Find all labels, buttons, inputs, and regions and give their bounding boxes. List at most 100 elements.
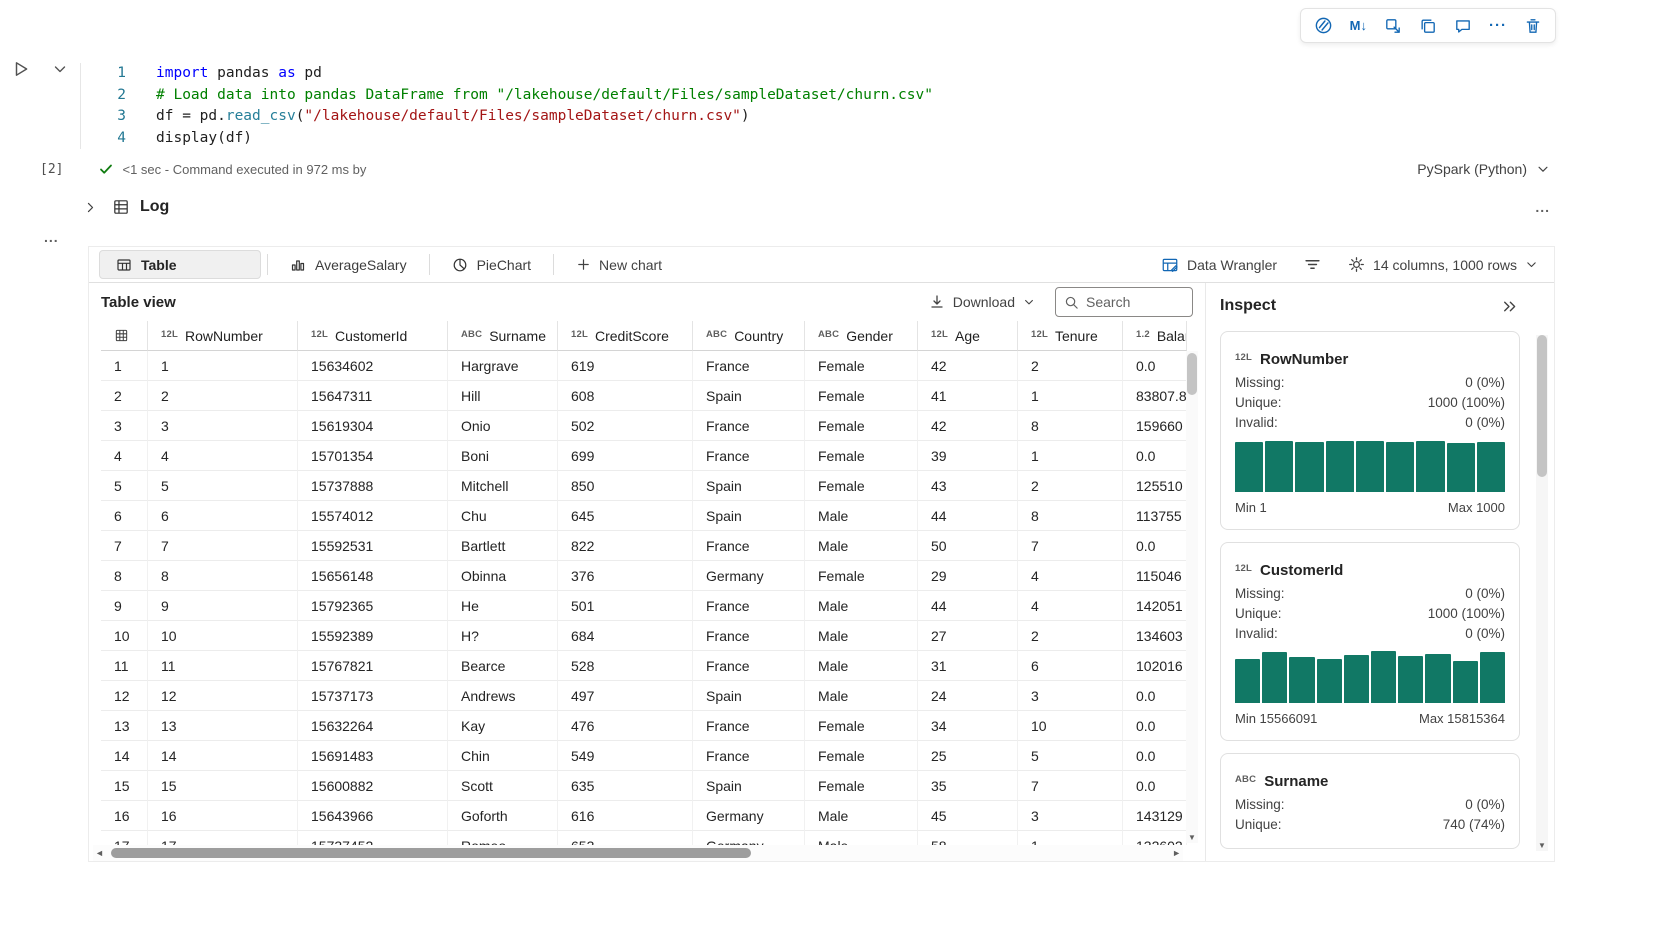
scroll-down-arrow-icon[interactable]: ▼ [1186,833,1198,842]
execution-count: [2] [40,162,63,177]
data-wrangler-button[interactable]: Data Wrangler [1161,256,1277,274]
tab-averagesalary[interactable]: AverageSalary [274,250,423,279]
table-cell: 15647311 [298,381,448,411]
table-cell: 822 [558,531,693,561]
table-view-title: Table view [101,294,176,311]
table-cell: 549 [558,741,693,771]
new-chart-button[interactable]: New chart [560,250,678,279]
search-box[interactable] [1055,287,1193,317]
log-title: Log [140,198,169,216]
scrollbar-thumb[interactable] [1187,353,1197,395]
tab-table[interactable]: Table [99,250,261,279]
stat-row: Unique:740 (74%) [1235,814,1505,834]
table-cell: 699 [558,441,693,471]
table-row[interactable]: 2215647311Hill608SpainFemale41183807.8 [101,381,1187,411]
column-header-surname[interactable]: ABCSurname [448,321,558,351]
table-vertical-scrollbar[interactable]: ▼ [1186,351,1198,843]
table-cell: 44 [918,501,1018,531]
filter-icon[interactable] [1304,256,1321,273]
table-row[interactable]: 4415701354Boni699FranceFemale3910.0 [101,441,1187,471]
log-expand-chevron-icon[interactable] [84,201,97,214]
table-cell: 616 [558,801,693,831]
advisor-icon[interactable] [1314,16,1333,35]
column-header-customerid[interactable]: 12LCustomerId [298,321,448,351]
table-cell: 4 [101,441,148,471]
scroll-down-arrow-icon[interactable]: ▼ [1536,841,1548,850]
table-cell: 6 [101,501,148,531]
histogram [1235,651,1505,703]
table-cell: 115046 [1123,561,1187,591]
table-row[interactable]: 161615643966Goforth616GermanyMale4531431… [101,801,1187,831]
scrollbar-thumb[interactable] [1537,335,1547,477]
more-commands-icon[interactable]: ··· [1489,18,1507,33]
table-row[interactable]: 5515737888Mitchell850SpainFemale43212551… [101,471,1187,501]
comment-icon[interactable] [1454,17,1472,35]
tab-piechart[interactable]: PieChart [436,250,547,279]
table-cell: Bartlett [448,531,558,561]
table-cell: 15792365 [298,591,448,621]
table-cell: H? [448,621,558,651]
table-cell: Spain [693,501,805,531]
table-cell: Hill [448,381,558,411]
column-header-index[interactable] [101,321,148,351]
download-button[interactable]: Download [929,294,1035,310]
table-cell: 125510 [1123,471,1187,501]
run-cell-button[interactable] [12,60,30,78]
column-header-balance[interactable]: 1.2Balance [1123,321,1187,351]
table-cell: 15737173 [298,681,448,711]
table-row[interactable]: 1115634602Hargrave619FranceFemale4220.0 [101,351,1187,381]
table-horizontal-scrollbar[interactable]: ◄ ► [93,845,1183,861]
table-cell: 24 [918,681,1018,711]
scroll-left-arrow-icon[interactable]: ◄ [95,848,104,858]
table-row[interactable]: 171715737452Romeo653GermanyMale581132602 [101,831,1187,845]
table-row[interactable]: 7715592531Bartlett822FranceMale5070.0 [101,531,1187,561]
column-header-age[interactable]: 12LAge [918,321,1018,351]
table-row[interactable]: 141415691483Chin549FranceFemale2550.0 [101,741,1187,771]
column-header-country[interactable]: ABCCountry [693,321,805,351]
collapse-inspect-icon[interactable] [1501,298,1518,315]
table-cell: 35 [918,771,1018,801]
table-cell: Male [805,651,918,681]
log-more-options[interactable]: ... [1535,199,1550,215]
line-number: 1 [81,63,126,85]
columns-rows-summary[interactable]: 14 columns, 1000 rows [1348,256,1538,273]
table-cell: Romeo [448,831,558,845]
collapse-cell-chevron-icon[interactable] [52,61,68,77]
table-row[interactable]: 3315619304Onio502FranceFemale428159660 [101,411,1187,441]
table-icon [116,257,132,273]
table-row[interactable]: 151515600882Scott635SpainFemale3570.0 [101,771,1187,801]
column-header-creditscore[interactable]: 12LCreditScore [558,321,693,351]
table-cell: 2 [101,381,148,411]
table-row[interactable]: 8815656148Obinna376GermanyFemale29411504… [101,561,1187,591]
table-cell: France [693,411,805,441]
column-header-tenure[interactable]: 12LTenure [1018,321,1123,351]
table-cell: 5 [1018,741,1123,771]
table-row[interactable]: 111115767821Bearce528FranceMale316102016 [101,651,1187,681]
line-number: 2 [81,85,126,107]
scrollbar-thumb[interactable] [111,848,751,858]
inspect-scrollbar[interactable]: ▼ [1536,335,1548,851]
table-row[interactable]: 6615574012Chu645SpainMale448113755 [101,501,1187,531]
table-row[interactable]: 121215737173Andrews497SpainMale2430.0 [101,681,1187,711]
markdown-icon[interactable]: M↓ [1350,19,1367,32]
tab-divider [267,254,268,275]
scroll-right-arrow-icon[interactable]: ► [1172,848,1181,858]
code-line: 2# Load data into pandas DataFrame from … [81,85,1550,107]
kernel-selector[interactable]: PySpark (Python) [1417,161,1550,177]
table-cell: 8 [1018,501,1123,531]
code-editor[interactable]: 1import pandas as pd2# Load data into pa… [80,63,1550,149]
table-cell: Female [805,381,918,411]
table-row[interactable]: 9915792365He501FranceMale444142051 [101,591,1187,621]
histogram-bar [1477,442,1505,492]
focus-mode-icon[interactable] [1384,17,1402,35]
table-cell: 684 [558,621,693,651]
duplicate-cell-icon[interactable] [1419,17,1437,35]
table-cell: 0.0 [1123,741,1187,771]
table-row[interactable]: 101015592389H?684FranceMale272134603 [101,621,1187,651]
cell-overflow-menu[interactable]: ... [44,229,59,245]
column-header-rownumber[interactable]: 12LRowNumber [148,321,298,351]
table-row[interactable]: 131315632264Kay476FranceFemale34100.0 [101,711,1187,741]
column-header-gender[interactable]: ABCGender [805,321,918,351]
histogram-bar [1425,654,1450,703]
delete-cell-icon[interactable] [1524,17,1542,35]
